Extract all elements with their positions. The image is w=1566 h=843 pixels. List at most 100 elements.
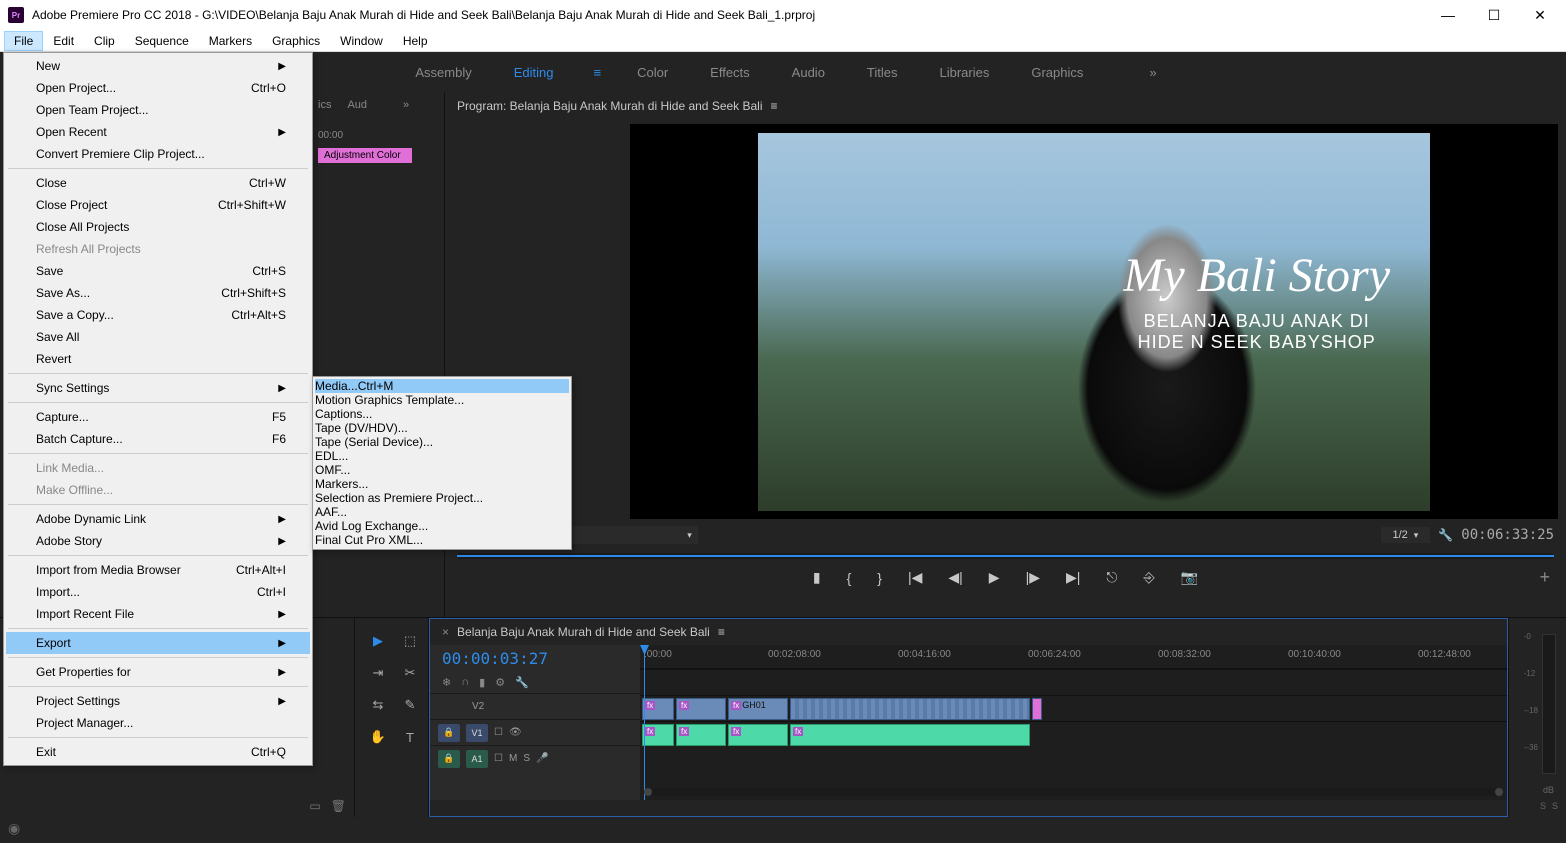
add-marker-icon[interactable]: ▮ [813,569,821,586]
timeline-hscroll[interactable] [644,788,1503,796]
menu-help[interactable]: Help [393,31,438,51]
program-scrubber[interactable] [457,553,1554,559]
track-v1-clips[interactable]: fx fx fxGH01 [640,695,1507,721]
program-viewport[interactable]: My Bali Story BELANJA BAJU ANAK DI HIDE … [630,124,1558,519]
export-menu-item[interactable]: Avid Log Exchange... [315,519,569,533]
menu-clip[interactable]: Clip [84,31,125,51]
wrench-icon[interactable]: 🔧 [515,676,529,689]
video-clip[interactable]: fx [642,698,674,720]
track-v2[interactable]: V2 [430,693,640,719]
file-menu-item[interactable]: Close ProjectCtrl+Shift+W [6,194,310,216]
track-a1-toggle[interactable]: A1 [466,750,488,768]
marker-add-icon[interactable]: ▮ [479,676,485,689]
razor-tool-icon[interactable]: ✂ [399,662,421,684]
slip-tool-icon[interactable]: ⇆ [367,694,389,716]
step-forward-icon[interactable]: |▶ [1026,569,1040,586]
video-clip[interactable] [1032,698,1042,720]
mic-icon[interactable]: 🎤 [536,753,548,764]
file-menu-item[interactable]: Open Team Project... [6,99,310,121]
workspace-titles[interactable]: Titles [861,61,904,84]
file-menu-item[interactable]: Project Settings▶ [6,690,310,712]
track-v1-toggle[interactable]: V1 [466,724,488,742]
linked-selection-icon[interactable]: ∩ [461,676,469,689]
workspace-libraries[interactable]: Libraries [934,61,996,84]
workspace-color[interactable]: Color [631,61,674,84]
button-editor-icon[interactable]: + [1539,567,1550,588]
trash-icon[interactable]: 🗑 [331,799,346,813]
workspace-effects[interactable]: Effects [704,61,756,84]
mark-in-icon[interactable]: { [847,570,852,586]
track-v1[interactable]: 🔒 V1 ☐👁 [430,719,640,745]
maximize-button[interactable]: ☐ [1480,7,1508,24]
source-tab-ics[interactable]: ics [318,99,331,111]
audio-clip-group[interactable]: fx [790,724,1030,746]
file-menu-item[interactable]: Save As...Ctrl+Shift+S [6,282,310,304]
timeline-sequence-title[interactable]: Belanja Baju Anak Murah di Hide and Seek… [457,625,710,639]
export-menu-item[interactable]: Media...Ctrl+M [315,379,569,393]
file-menu-item[interactable]: Import from Media BrowserCtrl+Alt+I [6,559,310,581]
timeline-timecode[interactable]: 00:00:03:27 [430,645,640,672]
creative-cloud-icon[interactable]: ◉ [8,820,20,837]
file-menu-item[interactable]: Adobe Story▶ [6,530,310,552]
export-menu-item[interactable]: Final Cut Pro XML... [315,533,569,547]
file-menu-item[interactable]: SaveCtrl+S [6,260,310,282]
video-clip[interactable]: fxGH01 [728,698,788,720]
file-menu-item[interactable]: Open Project...Ctrl+O [6,77,310,99]
mark-out-icon[interactable]: } [877,570,882,586]
timeline-panel-menu-icon[interactable]: ≡ [718,625,725,639]
step-back-icon[interactable]: ◀| [948,569,962,586]
resolution-dropdown[interactable]: ▾ [558,526,698,544]
workspace-graphics[interactable]: Graphics [1025,61,1089,84]
menu-edit[interactable]: Edit [43,31,84,51]
file-menu-item[interactable]: ExitCtrl+Q [6,741,310,763]
settings-icon[interactable]: ⚙ [495,676,505,689]
hand-tool-icon[interactable]: ✋ [367,726,389,748]
file-menu-item[interactable]: Project Manager... [6,712,310,734]
track-a1-lock-icon[interactable]: 🔒 [438,750,460,768]
close-button[interactable]: ✕ [1526,7,1554,24]
file-menu-item[interactable]: Import Recent File▶ [6,603,310,625]
selection-tool-icon[interactable]: ▶ [367,630,389,652]
source-tab-aud[interactable]: Aud [347,99,367,111]
timeline-ruler[interactable]: :00:00 00:02:08:00 00:04:16:00 00:06:24:… [640,645,1507,669]
file-menu-item[interactable]: Capture...F5 [6,406,310,428]
timeline-playhead[interactable] [644,645,645,800]
file-menu-item[interactable]: Save All [6,326,310,348]
file-menu-item[interactable]: Open Recent▶ [6,121,310,143]
source-overflow-icon[interactable]: » [403,99,409,111]
snap-icon[interactable]: ❄ [442,676,451,689]
audio-clip[interactable]: fx [728,724,788,746]
menu-file[interactable]: File [4,31,43,51]
export-menu-item[interactable]: EDL... [315,449,569,463]
go-to-in-icon[interactable]: |◀ [908,569,922,586]
workspace-assembly[interactable]: Assembly [409,61,477,84]
file-menu-item[interactable]: Revert [6,348,310,370]
go-to-out-icon[interactable]: ▶| [1066,569,1080,586]
file-menu-item[interactable]: Save a Copy...Ctrl+Alt+S [6,304,310,326]
file-menu-item[interactable]: Sync Settings▶ [6,377,310,399]
lift-icon[interactable]: ⎋ [1106,569,1117,586]
play-icon[interactable]: ▶ [989,569,1000,586]
menu-window[interactable]: Window [330,31,393,51]
solo-button-l[interactable]: S [1540,801,1546,811]
file-menu-item[interactable]: Import...Ctrl+I [6,581,310,603]
track-v1-lock-icon[interactable]: 🔒 [438,724,460,742]
workspace-menu-icon[interactable]: ≡ [593,65,601,80]
menu-graphics[interactable]: Graphics [262,31,330,51]
track-a1[interactable]: 🔒 A1 ☐MS🎤 [430,745,640,771]
audio-clip[interactable]: fx [676,724,726,746]
workspace-audio[interactable]: Audio [786,61,831,84]
file-menu-item[interactable]: Close All Projects [6,216,310,238]
file-menu-item[interactable]: New▶ [6,55,310,77]
track-a1-clips[interactable]: fx fx fx fx [640,721,1507,747]
eye-icon[interactable]: 👁 [509,727,522,738]
video-clip-group[interactable] [790,698,1030,720]
workspace-overflow-icon[interactable]: » [1149,65,1156,80]
audio-clip[interactable]: fx [642,724,674,746]
ripple-edit-tool-icon[interactable]: ⇥ [367,662,389,684]
file-menu-item[interactable]: Export▶ [6,632,310,654]
file-menu-item[interactable]: Convert Premiere Clip Project... [6,143,310,165]
video-clip[interactable]: fx [676,698,726,720]
menu-markers[interactable]: Markers [199,31,262,51]
program-panel-menu-icon[interactable]: ≡ [771,99,778,113]
